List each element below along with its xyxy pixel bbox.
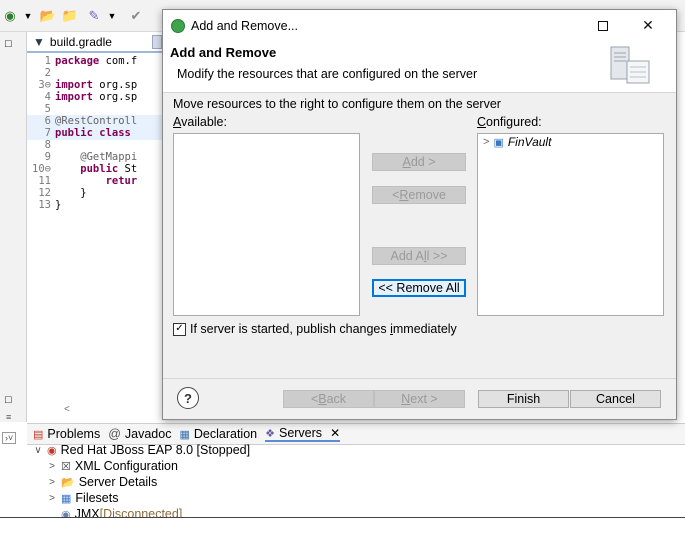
- expand-icon[interactable]: >: [47, 477, 57, 488]
- window-title: Add and Remove...: [191, 18, 299, 33]
- expand-icon[interactable]: >: [47, 461, 57, 472]
- tree-item-label: Red Hat JBoss EAP 8.0 [Stopped]: [60, 443, 251, 457]
- code-line: 13}: [27, 199, 162, 212]
- maximize-icon: [598, 20, 608, 31]
- second-tab-icon[interactable]: [152, 35, 162, 49]
- bottom-strip: [0, 517, 685, 548]
- close-icon[interactable]: ✕: [330, 426, 340, 440]
- close-icon: ✕: [642, 17, 654, 33]
- minimize-icon[interactable]: □: [5, 394, 12, 406]
- available-list[interactable]: [173, 133, 360, 316]
- remove-button[interactable]: < Remove: [372, 186, 466, 204]
- code-token: public: [55, 163, 119, 175]
- folder-icon[interactable]: 📁: [62, 8, 78, 23]
- tree-item[interactable]: > 📂 Server Details: [47, 474, 157, 490]
- code-token: import: [55, 91, 93, 103]
- gradle-icon: ▼: [33, 35, 45, 49]
- project-icon: ▣: [493, 136, 504, 149]
- footer-separator: [163, 378, 676, 379]
- tree-item-label: Server Details: [78, 475, 158, 489]
- header-title: Add and Remove: [170, 45, 277, 60]
- scroll-left-icon[interactable]: <: [64, 404, 70, 415]
- server-banner-icon: [610, 46, 650, 84]
- help-icon[interactable]: ?: [177, 387, 199, 409]
- tab-label: Problems: [47, 427, 101, 441]
- publish-checkbox-label: If server is started, publish changes im…: [190, 322, 457, 336]
- header-subtitle: Modify the resources that are configured…: [177, 67, 478, 81]
- dialog-header: Add and Remove Modify the resources that…: [163, 41, 676, 93]
- tab-servers[interactable]: ❖ Servers ✕: [265, 426, 341, 442]
- expand-icon[interactable]: >: [483, 136, 489, 148]
- tab-javadoc[interactable]: @ Javadoc: [108, 427, 171, 441]
- available-label: Available:: [173, 115, 227, 129]
- tab-label: Declaration: [193, 427, 258, 441]
- configured-list[interactable]: > ▣ FinVault: [477, 133, 664, 316]
- dropdown-icon[interactable]: ▼: [20, 9, 36, 23]
- code-token: }: [55, 199, 62, 211]
- configured-item-label: FinVault: [507, 135, 552, 149]
- editor-tab[interactable]: ▼ build.gradle: [27, 33, 162, 53]
- pencil-icon[interactable]: ✎: [86, 8, 102, 23]
- pin-icon[interactable]: ✔: [128, 8, 144, 23]
- tree-item[interactable]: ∨ ◉ Red Hat JBoss EAP 8.0 [Stopped]: [33, 442, 250, 458]
- problems-icon: ▤: [33, 428, 44, 441]
- close-button[interactable]: ✕: [629, 10, 667, 41]
- next-button[interactable]: Next >: [374, 390, 465, 408]
- code-token: @GetMappi: [55, 151, 138, 163]
- checkbox-check-icon[interactable]: ✓: [173, 322, 186, 336]
- code-token: @RestControll: [55, 115, 138, 127]
- instruction-text: Move resources to the right to configure…: [173, 97, 501, 111]
- back-button[interactable]: < Back: [283, 390, 374, 408]
- expand-icon[interactable]: >: [47, 493, 57, 504]
- restore-icon[interactable]: ›˅: [2, 432, 17, 444]
- code-token: com.f: [99, 55, 138, 67]
- server-icon: ◉: [47, 444, 57, 457]
- folder-icon: 📂: [61, 476, 75, 489]
- publish-checkbox[interactable]: ✓ If server is started, publish changes …: [173, 322, 457, 336]
- app-icon: [171, 18, 185, 33]
- screen: ◉ ▼ 📂 📁 ✎ ▼ ✔ □ □ ≡ ›˅ ▼ build.gradle 1p…: [0, 0, 685, 548]
- minimize-icon[interactable]: □: [5, 38, 12, 50]
- declaration-icon: ▦: [179, 428, 190, 441]
- code-token: }: [55, 187, 87, 199]
- expand-icon[interactable]: ∨: [33, 445, 43, 456]
- dropdown-icon[interactable]: ▼: [104, 9, 120, 23]
- tab-label: Javadoc: [124, 427, 172, 441]
- view-icon[interactable]: ≡: [6, 412, 11, 422]
- editor-tab-label: build.gradle: [49, 35, 112, 49]
- remove-all-button[interactable]: << Remove All: [372, 279, 466, 297]
- fileset-icon: ▦: [61, 492, 72, 505]
- servers-icon: ❖: [265, 427, 275, 440]
- code-token: org.sp: [92, 79, 138, 91]
- code-token: org.sp: [92, 91, 138, 103]
- tab-problems[interactable]: ▤ Problems: [33, 427, 100, 441]
- tab-label: Servers: [278, 426, 323, 440]
- add-all-button[interactable]: Add All >>: [372, 247, 466, 265]
- line-number: 13: [38, 199, 51, 211]
- tree-item-label: XML Configuration: [74, 459, 178, 473]
- code-token: St: [118, 163, 138, 175]
- left-panel-strip: □ □ ≡: [0, 32, 27, 422]
- configured-label: Configured:: [477, 115, 542, 129]
- javadoc-icon: @: [108, 427, 121, 441]
- xml-icon: ☒: [61, 460, 71, 473]
- cancel-button[interactable]: Cancel: [570, 390, 661, 408]
- code-token: retur: [55, 175, 138, 187]
- configured-item[interactable]: > ▣ FinVault: [478, 134, 663, 150]
- tree-item[interactable]: > ☒ XML Configuration: [47, 458, 178, 474]
- tab-declaration[interactable]: ▦ Declaration: [179, 427, 257, 441]
- open-folder-icon[interactable]: 📂: [40, 8, 56, 23]
- run-icon[interactable]: ◉: [2, 8, 18, 23]
- code-token: public class: [55, 127, 131, 139]
- maximize-button[interactable]: [584, 10, 622, 41]
- code-token: package: [55, 55, 100, 67]
- add-button[interactable]: Add >: [372, 153, 466, 171]
- add-remove-dialog: Add and Remove... ✕ Add and Remove Modif…: [162, 9, 677, 420]
- tree-item[interactable]: > ▦ Filesets: [47, 490, 118, 506]
- code-token: import: [55, 79, 93, 91]
- tree-item-label: Filesets: [75, 491, 119, 505]
- finish-button[interactable]: Finish: [478, 390, 569, 408]
